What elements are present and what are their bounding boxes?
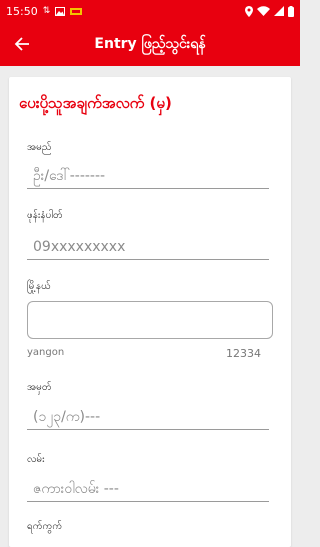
street-input[interactable]: [27, 476, 269, 502]
house-no-label: အမှတ်: [27, 382, 52, 393]
signal-icon: [274, 6, 284, 16]
name-label: အမည်: [27, 142, 52, 153]
name-input[interactable]: [27, 163, 269, 189]
phone-label: ဖုန်းနံပါတ်: [27, 210, 63, 221]
page-title: Entry ဖြည့်သွင်းရန်: [94, 35, 206, 52]
city-input[interactable]: [27, 301, 273, 339]
house-no-input[interactable]: [27, 404, 269, 430]
arrow-left-icon: [14, 37, 29, 51]
city-hint: yangon: [27, 347, 65, 358]
image-icon: [55, 6, 66, 16]
app-bar: Entry ဖြည့်သွင်းရန်: [0, 22, 300, 66]
section-title: ပေးပို့သူအချက်အလက် (မှ): [19, 94, 172, 112]
location-icon: [245, 5, 253, 17]
quarter-label: ရက်ကွက်: [27, 521, 63, 532]
status-bar: 15:50 ⇅: [0, 0, 300, 22]
notification-icon: [70, 7, 83, 15]
city-label: မြို့နယ်: [27, 281, 51, 292]
city-code: 12334: [226, 347, 261, 360]
battery-icon: [288, 5, 294, 17]
street-label: လမ်း: [27, 454, 45, 465]
back-button[interactable]: [0, 22, 44, 66]
status-time: 15:50: [6, 4, 38, 18]
wifi-icon: [257, 6, 270, 16]
upload-arrows-icon: ⇅: [42, 5, 51, 16]
phone-input[interactable]: [27, 234, 269, 260]
